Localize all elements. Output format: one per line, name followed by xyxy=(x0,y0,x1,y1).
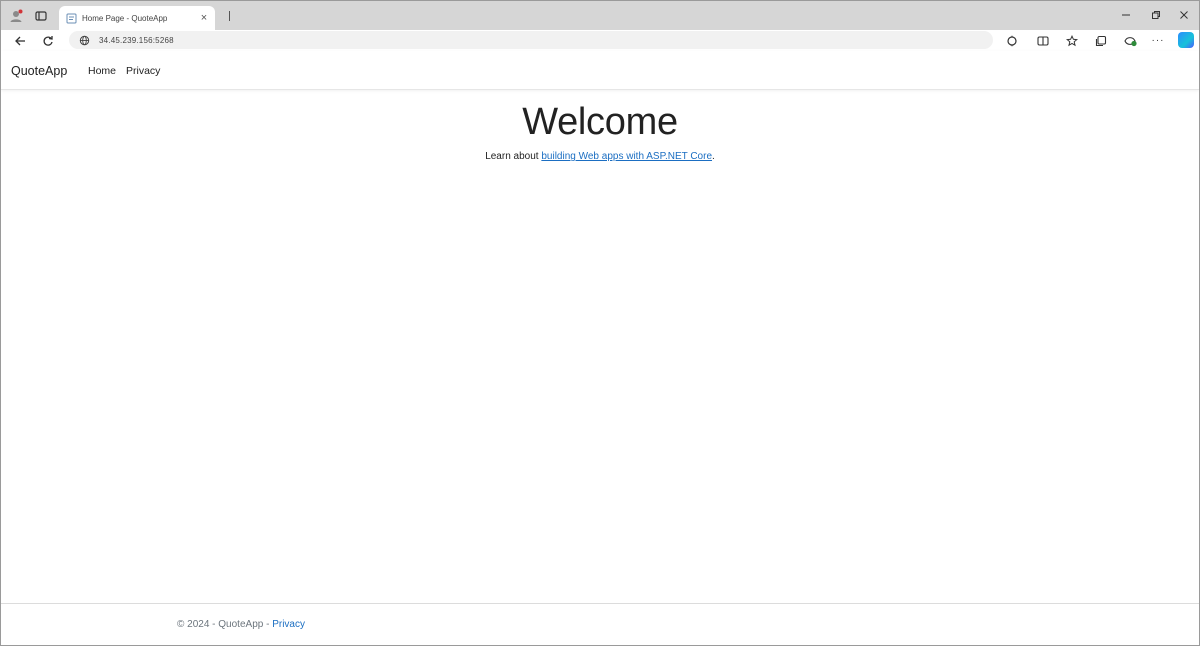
page-favicon-icon xyxy=(65,12,77,24)
browser-essentials-icon[interactable] xyxy=(1121,32,1139,49)
welcome-heading: Welcome xyxy=(522,101,678,143)
footer-text: © 2024 - QuoteApp - Privacy xyxy=(177,619,305,630)
tab-close-button[interactable]: × xyxy=(197,11,211,25)
learn-about-text: Learn about building Web apps with ASP.N… xyxy=(1,151,1199,162)
collections-icon[interactable] xyxy=(1092,32,1110,49)
url-text: 34.45.239.156:5268 xyxy=(99,35,174,45)
restore-button[interactable] xyxy=(1143,5,1169,25)
split-screen-icon[interactable] xyxy=(1034,32,1052,49)
more-options-icon[interactable]: ··· xyxy=(1149,32,1167,49)
minimize-button[interactable] xyxy=(1113,5,1139,25)
tab-home-page[interactable]: Home Page - QuoteApp × xyxy=(59,6,215,30)
nav-home-link[interactable]: Home xyxy=(88,65,116,77)
copilot-icon[interactable] xyxy=(1178,32,1194,48)
tab-title: Home Page - QuoteApp xyxy=(82,13,168,23)
copyright-text: © 2024 - QuoteApp - xyxy=(177,619,273,630)
favorites-icon[interactable] xyxy=(1063,32,1081,49)
tab-actions-icon[interactable] xyxy=(30,6,52,26)
learn-prefix: Learn about xyxy=(485,151,542,162)
new-tab-divider xyxy=(229,11,230,21)
refresh-icon[interactable] xyxy=(38,31,58,50)
site-footer: © 2024 - QuoteApp - Privacy xyxy=(1,603,1199,643)
back-arrow-icon[interactable] xyxy=(10,31,30,50)
profile-icon[interactable] xyxy=(5,6,27,26)
extensions-icon[interactable] xyxy=(1003,32,1021,49)
address-bar[interactable]: 34.45.239.156:5268 xyxy=(69,31,993,49)
aspnet-docs-link[interactable]: building Web apps with ASP.NET Core xyxy=(541,151,712,162)
close-window-button[interactable] xyxy=(1171,5,1197,25)
browser-toolbar: 34.45.239.156:5268 ··· xyxy=(1,30,1199,51)
brand-link[interactable]: QuoteApp xyxy=(11,64,67,78)
browser-window: Home Page - QuoteApp × 34.45.239.156:526… xyxy=(0,0,1200,646)
site-info-icon[interactable] xyxy=(78,34,90,46)
nav-privacy-link[interactable]: Privacy xyxy=(126,65,160,77)
footer-privacy-link[interactable]: Privacy xyxy=(272,619,305,630)
tab-strip: Home Page - QuoteApp × xyxy=(1,1,1199,30)
learn-suffix: . xyxy=(712,151,715,162)
web-page: QuoteApp Home Privacy Welcome Learn abou… xyxy=(1,51,1199,645)
site-navbar: QuoteApp Home Privacy xyxy=(1,51,1199,90)
